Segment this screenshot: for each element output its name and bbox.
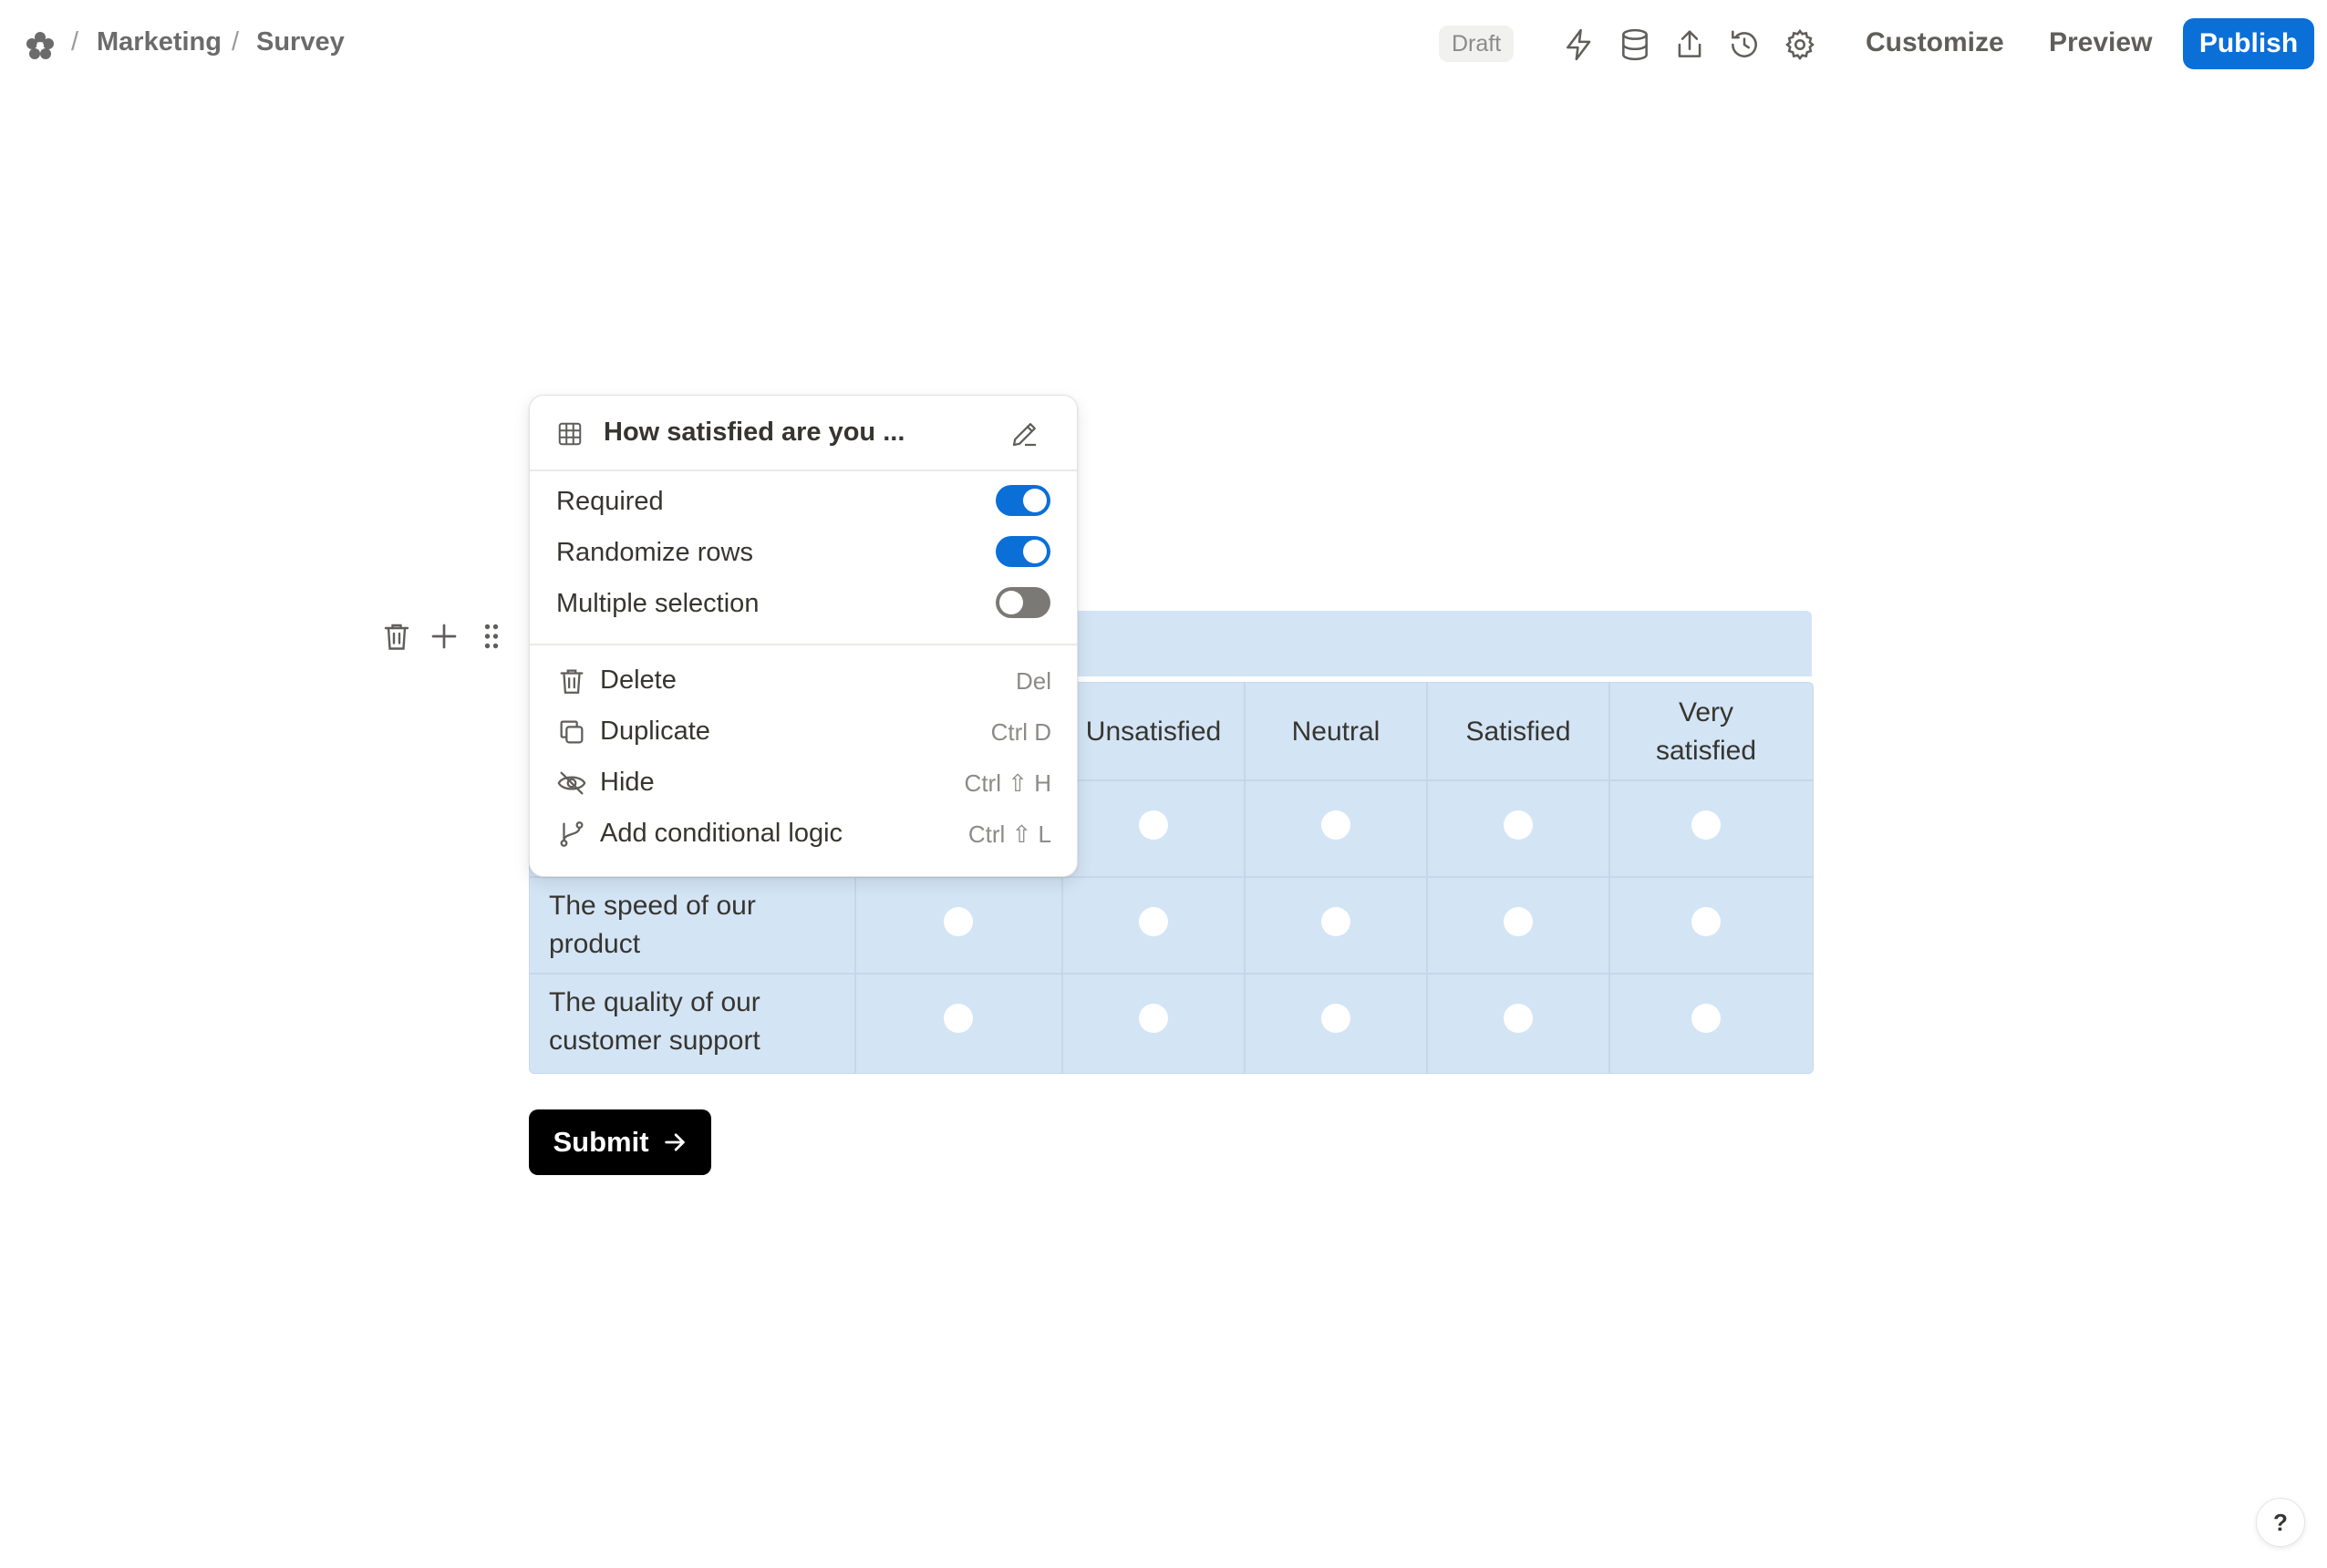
question-title: How satisfied are you ... [604, 418, 905, 447]
drag-handle-icon[interactable] [475, 620, 508, 653]
top-bar: / Marketing / Survey Draft Customize Pre… [0, 0, 2327, 89]
menu-item-label: Duplicate [600, 717, 710, 746]
radio-button[interactable] [1691, 1004, 1721, 1033]
preview-button[interactable]: Preview [2049, 27, 2152, 58]
help-button[interactable]: ? [2256, 1498, 2305, 1547]
radio-button[interactable] [1139, 1004, 1168, 1033]
radio-button[interactable] [1139, 810, 1168, 840]
breadcrumb-separator: / [71, 27, 79, 57]
publish-button[interactable]: Publish [2183, 18, 2314, 69]
radio-button[interactable] [944, 907, 973, 936]
history-icon[interactable] [1727, 27, 1762, 62]
radio-button[interactable] [1504, 810, 1533, 840]
edit-pencil-icon[interactable] [1008, 418, 1041, 450]
toggle-label-multiple: Multiple selection [556, 589, 760, 618]
radio-button[interactable] [1321, 907, 1350, 936]
customize-button[interactable]: Customize [1866, 27, 2004, 58]
menu-item-label: Hide [600, 768, 655, 797]
copy-icon [560, 720, 584, 744]
share-icon[interactable] [1672, 27, 1707, 62]
grid-icon [558, 422, 582, 446]
column-header: Unsatisfied [1085, 717, 1222, 747]
radio-button[interactable] [1504, 907, 1533, 936]
shortcut-hint: Ctrl ⇧ H [964, 769, 1051, 797]
column-header: Very satisfied [1655, 697, 1757, 766]
shortcut-hint: Ctrl ⇧ L [967, 820, 1051, 848]
submit-label: Submit [553, 1126, 649, 1158]
database-icon[interactable] [1618, 27, 1652, 62]
eye-off-icon [557, 771, 586, 795]
breadcrumb-survey[interactable]: Survey [256, 27, 345, 57]
shortcut-hint: Ctrl D [990, 718, 1051, 746]
add-block-icon[interactable] [428, 620, 460, 653]
menu-item-label: Delete [600, 665, 677, 695]
row-label: The quality of our customer support [549, 987, 760, 1056]
column-header: Satisfied [1465, 717, 1571, 747]
breadcrumb-separator: / [232, 27, 240, 57]
settings-icon[interactable] [1783, 27, 1817, 62]
logo-icon[interactable] [24, 29, 57, 62]
radio-button[interactable] [1321, 1004, 1350, 1033]
radio-button[interactable] [1504, 1004, 1533, 1033]
arrow-right-icon [664, 1133, 685, 1151]
toggle-label-randomize: Randomize rows [556, 538, 753, 567]
breadcrumb-marketing[interactable]: Marketing [97, 27, 222, 57]
lightning-icon[interactable] [1562, 27, 1597, 62]
randomize-rows-toggle[interactable] [996, 536, 1050, 567]
required-toggle[interactable] [996, 485, 1050, 516]
toggle-label-required: Required [556, 487, 664, 516]
multiple-selection-toggle[interactable] [996, 587, 1050, 618]
column-header: Neutral [1291, 717, 1381, 747]
submit-button[interactable]: Submit [529, 1109, 711, 1175]
trash-icon[interactable] [380, 620, 413, 653]
radio-button[interactable] [1321, 810, 1350, 840]
shortcut-hint: Del [1015, 667, 1051, 695]
branch-icon [560, 821, 584, 847]
menu-item-label: Add conditional logic [600, 819, 843, 848]
radio-button[interactable] [1691, 810, 1721, 840]
popover-header: How satisfied are you ... [530, 396, 1077, 470]
radio-button[interactable] [944, 1004, 973, 1033]
radio-button[interactable] [1691, 907, 1721, 936]
status-badge: Draft [1439, 26, 1515, 62]
trash-icon [560, 669, 584, 694]
row-label: The speed of our product [549, 891, 756, 959]
radio-button[interactable] [1139, 907, 1168, 936]
question-settings-popover: How satisfied are you ... Required Rando… [529, 395, 1078, 877]
